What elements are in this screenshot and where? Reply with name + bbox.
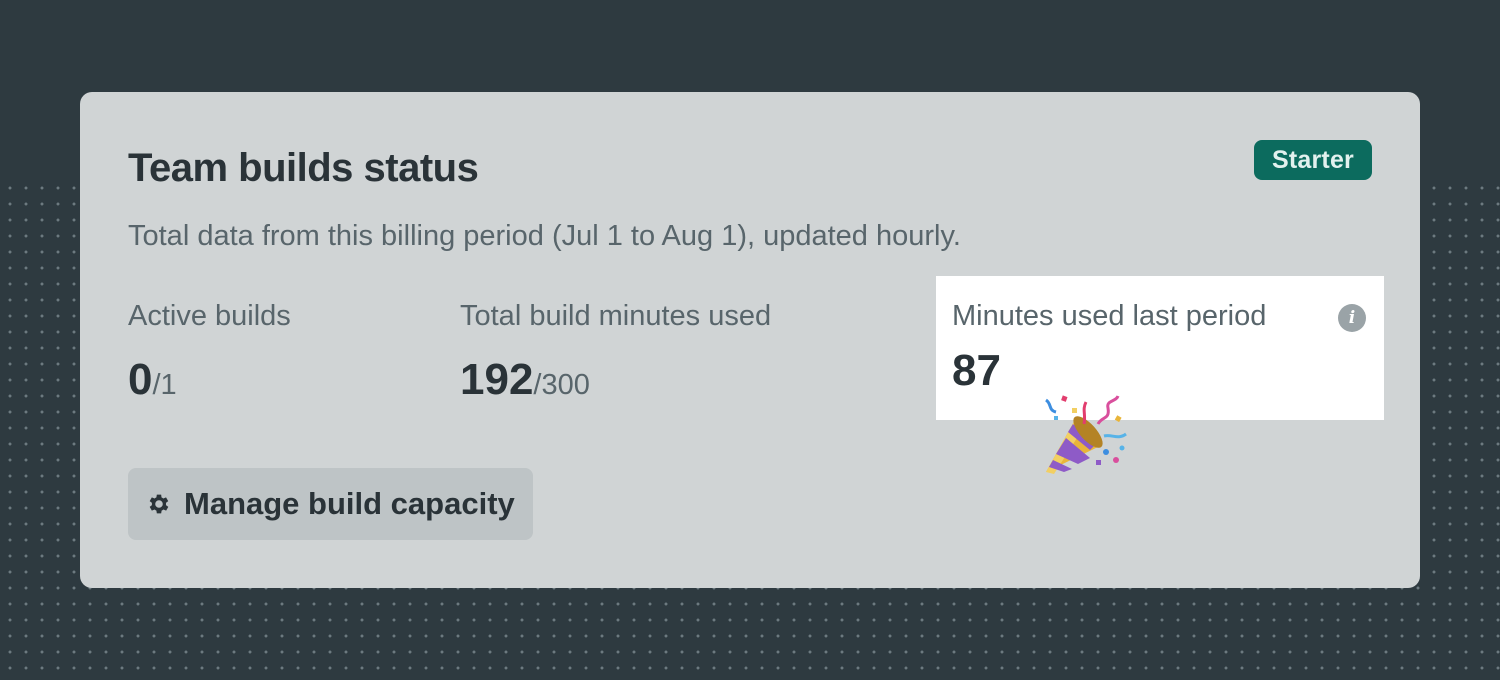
- plan-badge: Starter: [1254, 140, 1372, 180]
- total-build-minutes-limit: /300: [533, 369, 590, 401]
- info-icon[interactable]: i: [1338, 304, 1366, 332]
- total-build-minutes-count: 192: [460, 355, 534, 404]
- manage-build-capacity-label: Manage build capacity: [184, 486, 515, 521]
- active-builds-value: 0/1: [128, 355, 291, 405]
- minutes-last-period-count: 87: [952, 346, 1001, 395]
- total-build-minutes-stat: Total build minutes used 192/300: [460, 300, 771, 405]
- manage-build-capacity-button[interactable]: Manage build capacity: [128, 468, 533, 540]
- minutes-last-period-label: Minutes used last period: [952, 300, 1267, 332]
- minutes-last-period-value: 87: [952, 346, 1001, 396]
- total-build-minutes-value: 192/300: [460, 355, 771, 405]
- card-title: Team builds status: [128, 146, 479, 190]
- total-build-minutes-label: Total build minutes used: [460, 300, 772, 332]
- team-builds-status-card: Team builds status Starter Total data fr…: [80, 92, 1420, 588]
- active-builds-count: 0: [128, 355, 153, 404]
- active-builds-stat: Active builds 0/1: [128, 300, 291, 405]
- minutes-last-period-stat: Minutes used last period i 87: [936, 276, 1384, 420]
- active-builds-label: Active builds: [128, 300, 291, 332]
- gear-icon: [149, 494, 169, 514]
- card-subtitle: Total data from this billing period (Jul…: [128, 220, 961, 252]
- active-builds-limit: /1: [152, 369, 177, 401]
- party-popper-icon: [1045, 395, 1127, 474]
